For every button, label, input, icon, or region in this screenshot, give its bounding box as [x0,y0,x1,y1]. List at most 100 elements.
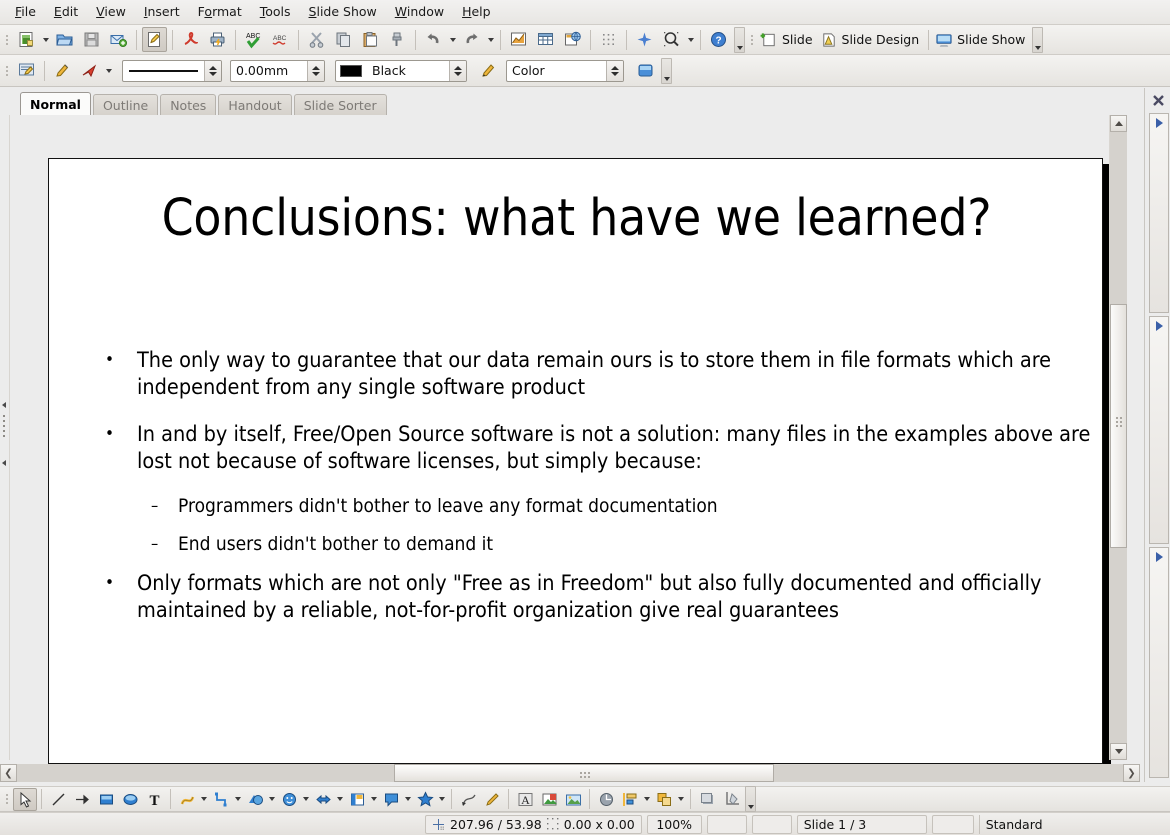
horizontal-scrollbar[interactable]: ❮ ❯ [0,764,1140,782]
callouts-icon[interactable] [379,788,403,811]
points-icon[interactable] [456,788,480,811]
sub-bullet-item[interactable]: – End users didn't bother to demand it [151,532,1102,557]
slide-canvas[interactable]: Conclusions: what have we learned? • The… [48,158,1111,772]
undo-dropdown-icon[interactable] [447,27,458,52]
display-views-icon[interactable] [632,27,657,52]
hyperlink-icon[interactable] [560,27,585,52]
menu-format[interactable]: Format [189,2,251,22]
tab-handout[interactable]: Handout [218,94,292,115]
custom-animation-section[interactable] [1149,547,1169,778]
print-file-icon[interactable] [205,27,230,52]
autospellcheck-icon[interactable]: ABC [268,27,293,52]
align-dropdown-icon[interactable] [642,788,652,811]
glue-points-icon[interactable] [480,788,504,811]
redo-icon[interactable] [459,27,484,52]
stars-icon[interactable] [413,788,437,811]
signature-indicator-field[interactable] [751,814,792,834]
crop-image-icon[interactable] [719,788,743,811]
stars-dropdown-icon[interactable] [437,788,447,811]
arrow-style-icon[interactable] [77,58,102,83]
layouts-section[interactable] [1149,316,1169,544]
edit-file-icon[interactable] [142,27,167,52]
rectangle-icon[interactable] [94,788,118,811]
slide-show-button[interactable]: Slide Show [933,27,1030,52]
slide-body-placeholder[interactable]: • The only way to guarantee that our dat… [105,347,1102,643]
menu-file[interactable]: File [6,2,45,22]
bullet-item[interactable]: • The only way to guarantee that our dat… [105,347,1102,402]
bullet-item[interactable]: • In and by itself, Free/Open Source sof… [105,421,1102,476]
redo-dropdown-icon[interactable] [485,27,496,52]
select-icon[interactable] [13,787,37,811]
sub-bullet-item[interactable]: – Programmers didn't bother to leave any… [151,494,1102,519]
expand-triangle-icon[interactable] [1155,118,1163,128]
connector-icon[interactable] [209,788,233,811]
arrow-style-dropdown-icon[interactable] [103,58,114,83]
copy-icon[interactable] [331,27,356,52]
tab-outline[interactable]: Outline [92,94,159,115]
toolbar-grip[interactable] [3,61,10,81]
basic-shapes-icon[interactable] [243,788,267,811]
undo-icon[interactable] [421,27,446,52]
menu-insert[interactable]: Insert [135,2,189,22]
bullet-item[interactable]: • Only formats which are not only "Free … [105,570,1102,625]
area-style-icon[interactable] [476,58,501,83]
tab-normal[interactable]: Normal [20,92,91,115]
cursor-position-field[interactable]: 207.96 / 53.98 0.00 x 0.00 [425,814,642,834]
toolbar-grip[interactable] [748,30,755,50]
shadow-icon[interactable] [695,788,719,811]
callouts-dropdown-icon[interactable] [403,788,413,811]
arrange-dropdown-icon[interactable] [676,788,686,811]
display-grid-icon[interactable] [596,27,621,52]
slide-panel-splitter[interactable] [0,115,10,760]
standard-toolbar-overflow-button-2[interactable] [1032,26,1044,53]
new-document-dropdown-icon[interactable] [40,27,51,52]
slide-page[interactable]: Conclusions: what have we learned? • The… [48,158,1103,764]
scroll-right-button[interactable]: ❯ [1123,764,1140,782]
fit-slide-field[interactable] [931,814,974,834]
block-arrows-icon[interactable] [311,788,335,811]
align-icon[interactable] [618,788,642,811]
flowchart-dropdown-icon[interactable] [369,788,379,811]
line-style-spinner[interactable] [204,60,221,81]
line-color-combo[interactable]: Black [335,59,467,82]
curve-dropdown-icon[interactable] [199,788,209,811]
task-pane[interactable] [1144,88,1170,782]
help-icon[interactable]: ? [706,27,731,52]
expand-triangle-icon[interactable] [1155,321,1163,331]
new-document-icon[interactable] [14,27,39,52]
paste-icon[interactable] [358,27,383,52]
slide-design-button[interactable]: Slide Design [818,27,925,52]
close-icon[interactable] [1150,92,1166,108]
cut-icon[interactable] [304,27,329,52]
horizontal-scroll-track[interactable] [17,764,1123,782]
scroll-down-button[interactable] [1110,743,1127,760]
open-document-icon[interactable] [52,27,77,52]
menu-edit[interactable]: Edit [45,2,87,22]
connector-dropdown-icon[interactable] [233,788,243,811]
line-style-icon[interactable] [14,58,39,83]
line-color-icon[interactable] [50,58,75,83]
horizontal-scroll-thumb[interactable] [394,764,774,782]
menu-slide-show[interactable]: Slide Show [300,2,386,22]
curve-icon[interactable] [175,788,199,811]
block-arrows-dropdown-icon[interactable] [335,788,345,811]
line-width-spinner[interactable] [307,60,324,81]
new-slide-button[interactable]: Slide [758,27,818,52]
expand-triangle-icon[interactable] [1155,552,1163,562]
slide-indicator-field[interactable]: Slide 1 / 3 [796,814,927,834]
zoom-dropdown-icon[interactable] [685,27,696,52]
gallery-icon[interactable] [561,788,585,811]
slide-title[interactable]: Conclusions: what have we learned? [89,186,1064,251]
line-ends-arrow-icon[interactable] [70,788,94,811]
scroll-up-button[interactable] [1110,115,1127,132]
zoom-level-field[interactable]: 100% [646,814,702,834]
arrange-icon[interactable] [652,788,676,811]
zoom-icon[interactable] [659,27,684,52]
insert-table-icon[interactable] [533,27,558,52]
modified-indicator-field[interactable] [706,814,747,834]
save-document-icon[interactable] [79,27,104,52]
line-width-field[interactable]: 0.00mm [230,59,325,82]
vertical-scroll-thumb[interactable] [1110,304,1127,548]
vertical-scroll-track[interactable] [1110,132,1127,743]
menu-view[interactable]: View [87,2,135,22]
